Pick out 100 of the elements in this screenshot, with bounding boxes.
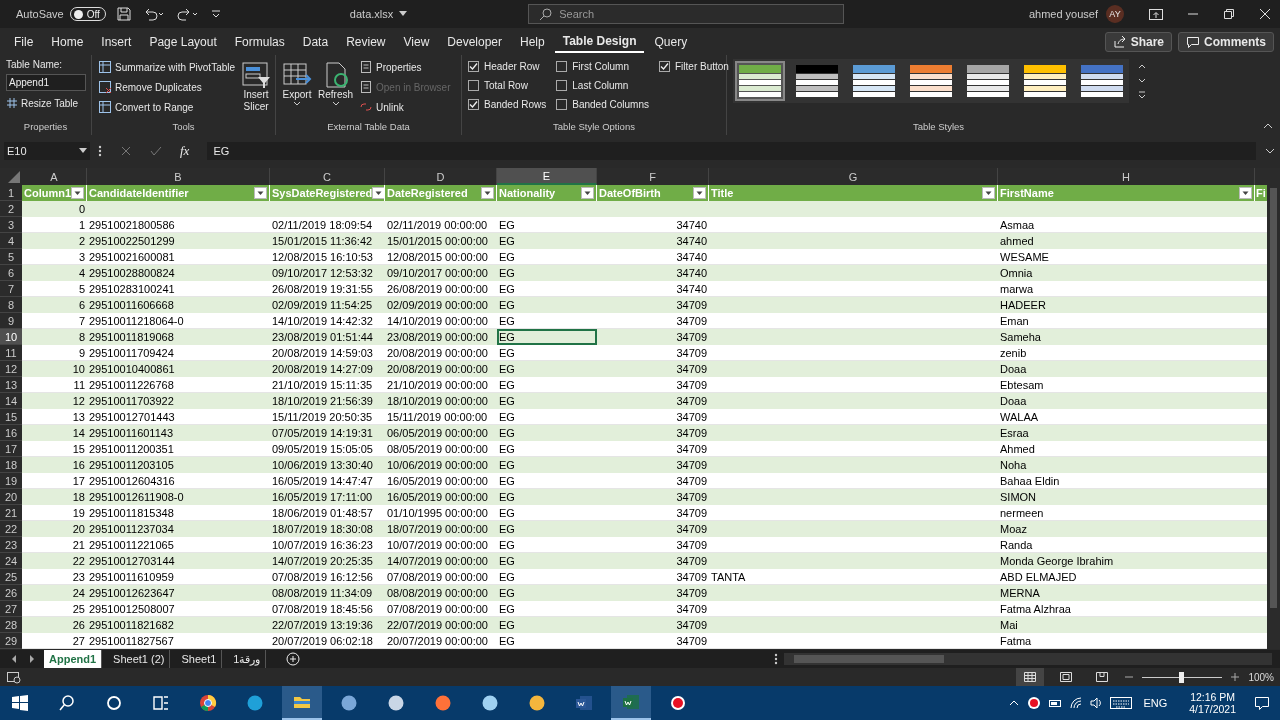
style-option-checkbox[interactable]: Filter Button — [659, 59, 729, 74]
tools-command[interactable]: Summarize with PivotTable — [98, 59, 236, 75]
accessibility-icon[interactable] — [6, 670, 22, 684]
zoom-level[interactable]: 100% — [1248, 671, 1274, 683]
ribbon-tab[interactable]: Insert — [93, 30, 140, 53]
row-number[interactable]: 25 — [0, 569, 22, 585]
insert-slicer-button[interactable]: Insert Slicer — [241, 59, 272, 121]
notification-icon[interactable] — [1254, 695, 1270, 711]
caret-icon[interactable] — [399, 11, 408, 17]
restore-icon[interactable] — [1222, 7, 1236, 21]
cancel-icon[interactable] — [120, 145, 132, 157]
row-number[interactable]: 9 — [0, 313, 22, 329]
redo-icon[interactable] — [175, 6, 200, 22]
ribbon-tab[interactable]: File — [6, 30, 42, 53]
filter-dropdown-icon[interactable] — [481, 187, 494, 199]
vertical-scrollbar[interactable] — [1267, 168, 1280, 649]
row-number[interactable]: 15 — [0, 409, 22, 425]
tools-command[interactable]: Convert to Range — [98, 99, 236, 115]
row-number[interactable]: 19 — [0, 473, 22, 489]
table-style-swatch[interactable] — [735, 61, 785, 101]
resize-table-button[interactable]: Resize Table — [6, 95, 85, 111]
ribbon-tab[interactable]: Help — [512, 30, 553, 53]
ribbon-tab[interactable]: Formulas — [226, 30, 293, 53]
style-option-checkbox[interactable]: Header Row — [468, 59, 547, 74]
filter-dropdown-icon[interactable] — [581, 187, 594, 199]
row-number[interactable]: 2 — [0, 201, 22, 217]
share-button[interactable]: Share — [1104, 31, 1172, 52]
volume-icon[interactable] — [1089, 696, 1104, 710]
tools-command[interactable]: Remove Duplicates — [98, 79, 236, 95]
row-number[interactable]: 20 — [0, 489, 22, 505]
filter-dropdown-icon[interactable] — [693, 187, 706, 199]
export-button[interactable]: Export — [282, 59, 312, 121]
ribbon-tab[interactable]: Data — [294, 30, 337, 53]
ribbon-tab[interactable]: View — [395, 30, 438, 53]
clock-date[interactable]: 4/17/2021 — [1189, 703, 1236, 715]
record-icon[interactable] — [1027, 696, 1042, 710]
search-field[interactable]: Search — [528, 4, 845, 24]
table-name-field[interactable]: Append1 — [6, 74, 86, 91]
row-number[interactable]: 6 — [0, 265, 22, 281]
column-letter[interactable]: E — [497, 168, 597, 185]
formula-field[interactable]: EG — [207, 142, 1256, 160]
more-options-icon[interactable] — [98, 145, 102, 157]
splitter-icon[interactable] — [774, 653, 778, 665]
style-option-checkbox[interactable]: Banded Columns — [556, 97, 649, 112]
filter-dropdown-icon[interactable] — [254, 187, 267, 199]
name-box[interactable]: E10 — [4, 142, 90, 160]
row-number[interactable]: 22 — [0, 521, 22, 537]
clock-time[interactable]: 12:16 PM — [1190, 691, 1236, 703]
row-number[interactable]: 21 — [0, 505, 22, 521]
expand-icon[interactable] — [1264, 146, 1276, 156]
row-number[interactable]: 23 — [0, 537, 22, 553]
external-data-command[interactable]: Unlink — [359, 99, 451, 115]
user-avatar[interactable]: AY — [1106, 5, 1124, 23]
ribbon-tab[interactable]: Developer — [439, 30, 510, 53]
save-icon[interactable] — [115, 6, 132, 22]
refresh-button[interactable]: Refresh — [318, 59, 353, 121]
horizontal-scrollbar[interactable] — [784, 653, 1272, 665]
row-number[interactable]: 12 — [0, 361, 22, 377]
zoom-in-icon[interactable] — [1230, 672, 1241, 682]
row-number[interactable]: 5 — [0, 249, 22, 265]
zoom-slider-thumb[interactable] — [1179, 671, 1185, 683]
row-number[interactable]: 18 — [0, 457, 22, 473]
comments-button[interactable]: Comments — [1178, 31, 1274, 52]
filter-dropdown-icon[interactable] — [71, 187, 85, 199]
keyboard-icon[interactable] — [1109, 696, 1134, 710]
row-number[interactable]: 17 — [0, 441, 22, 457]
row-number[interactable]: 28 — [0, 617, 22, 633]
external-data-command[interactable]: Properties — [359, 59, 451, 75]
insert-function-button[interactable]: fx — [180, 143, 190, 159]
ribbon-tab[interactable]: Page Layout — [141, 30, 225, 53]
view-button[interactable] — [1016, 668, 1045, 686]
row-number[interactable]: 24 — [0, 553, 22, 569]
ribbon-display-icon[interactable] — [1148, 7, 1164, 21]
row-number[interactable]: 11 — [0, 345, 22, 361]
ribbon-tab[interactable]: Query — [646, 30, 696, 53]
style-option-checkbox[interactable]: Total Row — [468, 78, 547, 93]
caret-icon[interactable] — [79, 148, 87, 154]
ribbon-tab[interactable]: Review — [338, 30, 394, 53]
wifi-icon[interactable] — [1069, 696, 1084, 710]
add-sheet-icon[interactable] — [286, 652, 301, 666]
file-name[interactable]: data.xlsx — [349, 8, 394, 20]
filter-dropdown-icon[interactable] — [372, 187, 384, 199]
row-number[interactable]: 16 — [0, 425, 22, 441]
collapse-ribbon-icon[interactable] — [1262, 121, 1274, 131]
style-option-checkbox[interactable]: First Column — [556, 59, 649, 74]
sheet-tab[interactable]: Append1 — [44, 650, 103, 668]
style-option-checkbox[interactable]: Banded Rows — [468, 97, 547, 112]
row-number[interactable]: 4 — [0, 233, 22, 249]
filter-dropdown-icon[interactable] — [1239, 187, 1252, 199]
row-number[interactable]: 1 — [0, 185, 22, 201]
filter-dropdown-icon[interactable] — [982, 187, 995, 199]
row-number[interactable]: 14 — [0, 393, 22, 409]
style-option-checkbox[interactable]: Last Column — [556, 78, 649, 93]
row-number[interactable]: 27 — [0, 601, 22, 617]
row-number[interactable]: 3 — [0, 217, 22, 233]
row-number[interactable]: 10 — [0, 329, 22, 345]
close-icon[interactable] — [1258, 7, 1272, 21]
row-number[interactable]: 29 — [0, 633, 22, 649]
ribbon-tab[interactable]: Table Design — [554, 30, 645, 53]
row-number[interactable]: 13 — [0, 377, 22, 393]
